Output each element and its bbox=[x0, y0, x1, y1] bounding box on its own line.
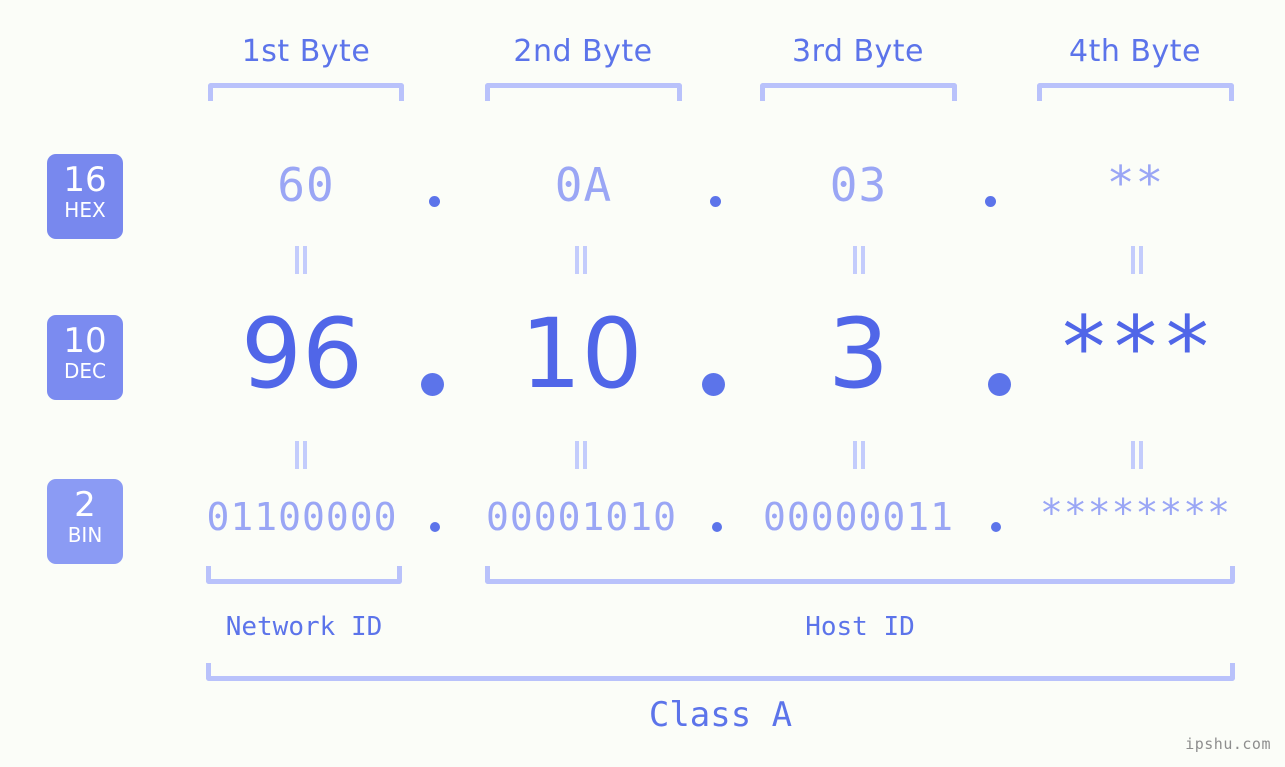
bin-value-byte-1: 01100000 bbox=[206, 495, 398, 539]
class-bracket bbox=[206, 663, 1235, 681]
byte-bracket-2 bbox=[485, 83, 682, 101]
host-id-bracket bbox=[485, 566, 1235, 584]
base-badge-hex: 16 HEX bbox=[47, 154, 123, 239]
equals-hex-dec-4 bbox=[1126, 246, 1148, 274]
base-badge-dec-name: DEC bbox=[63, 359, 106, 383]
equals-dec-bin-1 bbox=[290, 441, 312, 469]
ip-byte-breakdown-diagram: 1st Byte 2nd Byte 3rd Byte 4th Byte 16 H… bbox=[0, 0, 1285, 767]
class-label: Class A bbox=[648, 695, 793, 735]
hex-value-byte-3: 03 bbox=[829, 158, 888, 212]
base-badge-bin-number: 2 bbox=[74, 485, 96, 525]
dec-separator-dot-1 bbox=[421, 373, 444, 396]
equals-dec-bin-2 bbox=[570, 441, 592, 469]
base-badge-bin: 2 BIN bbox=[47, 479, 123, 564]
base-badge-bin-name: BIN bbox=[67, 523, 103, 547]
network-id-bracket bbox=[206, 566, 402, 584]
byte-bracket-1 bbox=[208, 83, 404, 101]
dec-value-byte-3: 3 bbox=[827, 298, 890, 410]
byte-header-1: 1st Byte bbox=[241, 34, 371, 69]
bin-value-byte-4: ******** bbox=[1039, 491, 1232, 535]
site-watermark: ipshu.com bbox=[1185, 735, 1271, 753]
host-id-label: Host ID bbox=[805, 612, 915, 642]
dec-value-byte-4: *** bbox=[1057, 298, 1214, 398]
base-badge-hex-number: 16 bbox=[63, 160, 107, 200]
hex-separator-dot-1 bbox=[429, 196, 440, 207]
hex-value-byte-2: 0A bbox=[554, 158, 613, 212]
base-badge-dec: 10 DEC bbox=[47, 315, 123, 400]
dec-separator-dot-3 bbox=[988, 373, 1011, 396]
base-badge-dec-number: 10 bbox=[63, 321, 107, 361]
hex-separator-dot-3 bbox=[985, 196, 996, 207]
dec-separator-dot-2 bbox=[702, 373, 725, 396]
byte-header-2: 2nd Byte bbox=[513, 34, 653, 69]
hex-value-byte-1: 60 bbox=[277, 158, 335, 212]
bin-separator-dot-2 bbox=[712, 522, 722, 532]
base-badge-hex-name: HEX bbox=[64, 198, 106, 222]
equals-dec-bin-3 bbox=[848, 441, 870, 469]
bin-separator-dot-1 bbox=[430, 522, 440, 532]
bin-separator-dot-3 bbox=[991, 522, 1001, 532]
byte-header-4: 4th Byte bbox=[1069, 34, 1201, 69]
byte-bracket-4 bbox=[1037, 83, 1234, 101]
dec-value-byte-2: 10 bbox=[520, 298, 643, 410]
byte-bracket-3 bbox=[760, 83, 957, 101]
bin-value-byte-3: 00000011 bbox=[762, 495, 955, 539]
equals-hex-dec-2 bbox=[570, 246, 592, 274]
network-id-label: Network ID bbox=[225, 612, 383, 642]
equals-hex-dec-1 bbox=[290, 246, 312, 274]
hex-value-byte-4: ** bbox=[1106, 156, 1165, 210]
dec-value-byte-1: 96 bbox=[240, 298, 364, 410]
bin-value-byte-2: 00001010 bbox=[485, 495, 678, 539]
byte-header-3: 3rd Byte bbox=[791, 34, 925, 69]
equals-dec-bin-4 bbox=[1126, 441, 1148, 469]
hex-separator-dot-2 bbox=[710, 196, 721, 207]
equals-hex-dec-3 bbox=[848, 246, 870, 274]
